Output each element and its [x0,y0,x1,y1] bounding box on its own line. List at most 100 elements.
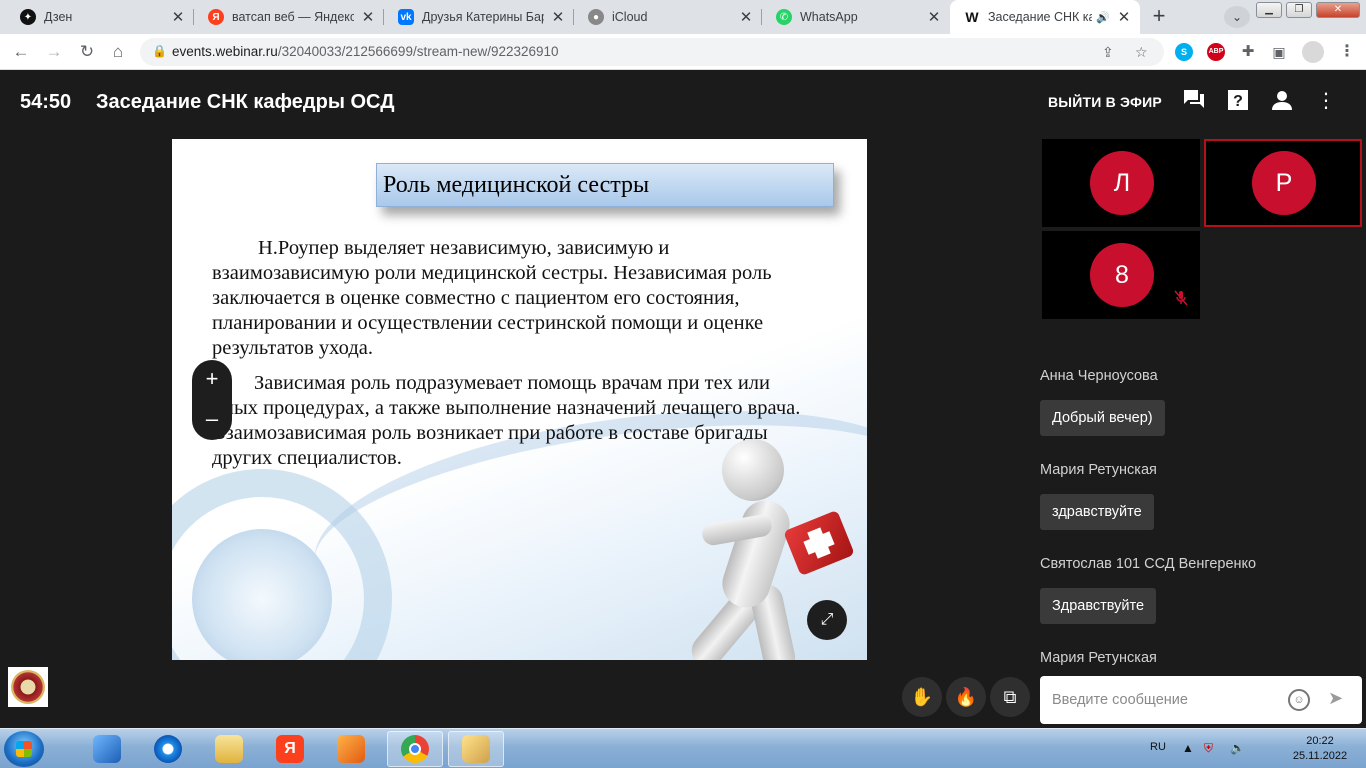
taskbar-paint[interactable] [448,731,504,767]
figure-graphic [722,439,784,501]
emoji-icon[interactable]: ☺ [1288,689,1310,711]
tab-title: Друзья Катерины Барановой [422,10,544,24]
organization-logo [8,667,48,707]
browser-tab-bar: ✦ Дзен ✕ Я ватсап веб — Яндекс: нашлось … [0,0,1366,34]
whatsapp-icon: ✆ [776,9,792,25]
new-tab-button[interactable]: + [1146,5,1172,29]
security-icon[interactable]: ⛨ [1204,741,1213,756]
forward-icon[interactable]: → [43,41,65,63]
tab-title: iCloud [612,10,648,24]
close-window-button[interactable]: ✕ [1316,2,1360,18]
folder-icon [215,735,243,763]
avatar: Л [1090,151,1154,215]
slide-paragraph: Н.Роупер выделяет независимую, зависимую… [212,237,772,359]
question-icon[interactable]: ? [1226,89,1250,113]
adblock-icon[interactable]: ABP [1207,43,1225,61]
taskbar-media-player[interactable] [82,731,132,767]
yandex-icon: Я [276,735,304,763]
fullscreen-button[interactable]: ⤢ [807,600,847,640]
tab-webinar-active[interactable]: W Заседание СНК кафедры ОСД 🔊 ✕ [950,0,1140,34]
paint-palette-icon [462,735,490,763]
address-bar: ← → ↻ ⌂ 🔒 events.webinar.ru/32040033/212… [0,34,1366,70]
url-field[interactable]: 🔒 events.webinar.ru/32040033/212566699/s… [140,38,1164,66]
tab-title: Дзен [44,10,73,24]
bookmark-star-icon[interactable]: ☆ [1135,44,1148,61]
zoom-in-button[interactable]: + [192,360,232,400]
tab-yandex[interactable]: Я ватсап веб — Яндекс: нашлось ✕ [194,0,384,34]
chat-author: Анна Черноусова [1040,368,1158,384]
windows-taskbar: Я RU ▲ ⛨ 🔈 20:22 25.11.2022 [0,728,1366,768]
go-live-button[interactable]: ВЫЙТИ В ЭФИР [1048,94,1162,110]
maximize-button[interactable]: ❐ [1286,2,1312,18]
expand-icon: ⤢ [820,611,834,628]
taskbar-explorer[interactable] [204,731,254,767]
tab-title: WhatsApp [800,10,858,24]
fire-icon: 🔥 [954,687,978,707]
webinar-header: 54:50 Заседание СНК кафедры ОСД ВЫЙТИ В … [0,71,1366,133]
chat-author: Мария Ретунская [1040,462,1157,478]
close-icon[interactable]: ✕ [1116,8,1132,26]
start-button[interactable] [4,731,44,767]
close-icon[interactable]: ✕ [926,8,942,26]
send-icon[interactable]: ➤ [1328,688,1343,709]
zoom-out-button[interactable]: – [192,400,232,440]
participant-tile[interactable]: Л [1042,139,1200,227]
clock-time: 20:22 [1306,735,1334,747]
user-icon[interactable] [1270,89,1294,113]
reload-icon[interactable]: ↻ [76,41,98,63]
chat-input-box: ☺ ➤ [1040,676,1362,724]
system-clock[interactable]: 20:22 25.11.2022 [1290,734,1350,764]
taskbar-chrome[interactable] [387,731,443,767]
speaker-icon[interactable]: 🔊 [1096,11,1110,24]
more-menu-icon[interactable]: ⋮ [1314,89,1338,113]
tab-whatsapp[interactable]: ✆ WhatsApp ✕ [762,0,950,34]
tab-icloud[interactable]: ● iCloud ✕ [574,0,762,34]
taskbar-yandex[interactable]: Я [265,731,315,767]
slide-title: Роль медицинской сестры [376,163,834,207]
back-icon[interactable]: ← [10,41,32,63]
close-icon[interactable]: ✕ [360,8,376,26]
taskbar-internet-explorer[interactable] [143,731,193,767]
slide-paragraph: Зависимая роль подразумевает помощь врач… [212,372,801,469]
tab-search-button[interactable]: ⌄ [1224,6,1250,28]
stream-timer: 54:50 [20,91,72,113]
taskbar-player[interactable] [326,731,376,767]
avatar: 8 [1090,243,1154,307]
side-panel-icon[interactable]: ▣ [1270,43,1288,61]
extensions-puzzle-icon[interactable]: ✚ [1239,43,1257,61]
lock-icon[interactable]: 🔒 [152,44,167,58]
reaction-button[interactable]: 🔥 [946,677,986,717]
participant-tile[interactable]: 8 [1042,231,1200,319]
chat-icon[interactable] [1182,89,1206,113]
raise-hand-button[interactable]: ✋ [902,677,942,717]
volume-icon[interactable]: 🔈 [1230,741,1245,755]
tray-arrow-icon[interactable]: ▲ [1182,741,1194,755]
tab-vk[interactable]: vk Друзья Катерины Барановой ✕ [384,0,574,34]
svg-text:?: ? [1233,93,1243,110]
clock-date: 25.11.2022 [1292,750,1348,762]
chrome-icon [401,735,429,763]
page-title: Заседание СНК кафедры ОСД [96,91,395,113]
tab-title: Заседание СНК кафедры ОСД [988,10,1093,24]
close-icon[interactable]: ✕ [170,8,186,26]
chat-message-input[interactable] [1040,676,1280,724]
participant-tile-speaking[interactable]: Р [1204,139,1362,227]
vk-icon: vk [398,9,414,25]
home-icon[interactable]: ⌂ [107,41,129,63]
minimize-button[interactable]: ▁ [1256,2,1282,18]
profile-avatar-icon[interactable] [1302,41,1324,63]
speaker-app-icon [93,735,121,763]
language-indicator[interactable]: RU [1150,741,1166,753]
close-icon[interactable]: ✕ [738,8,754,26]
skype-icon[interactable]: S [1175,43,1193,61]
tab-dzen[interactable]: ✦ Дзен ✕ [6,0,194,34]
apple-icon: ● [588,9,604,25]
share-icon[interactable]: ⇪ [1102,44,1114,61]
stethoscope-head-graphic [192,529,332,660]
presentation-slide: Роль медицинской сестры Н.Роупер выделяе… [172,139,867,660]
close-icon[interactable]: ✕ [550,8,566,26]
browser-menu-icon[interactable]: ⋮ [1338,43,1356,61]
chat-author: Святослав 101 ССД Венгеренко [1040,556,1257,572]
picture-in-picture-button[interactable]: ⧉ [990,677,1030,717]
chat-message: Здравствуйте [1040,588,1157,624]
